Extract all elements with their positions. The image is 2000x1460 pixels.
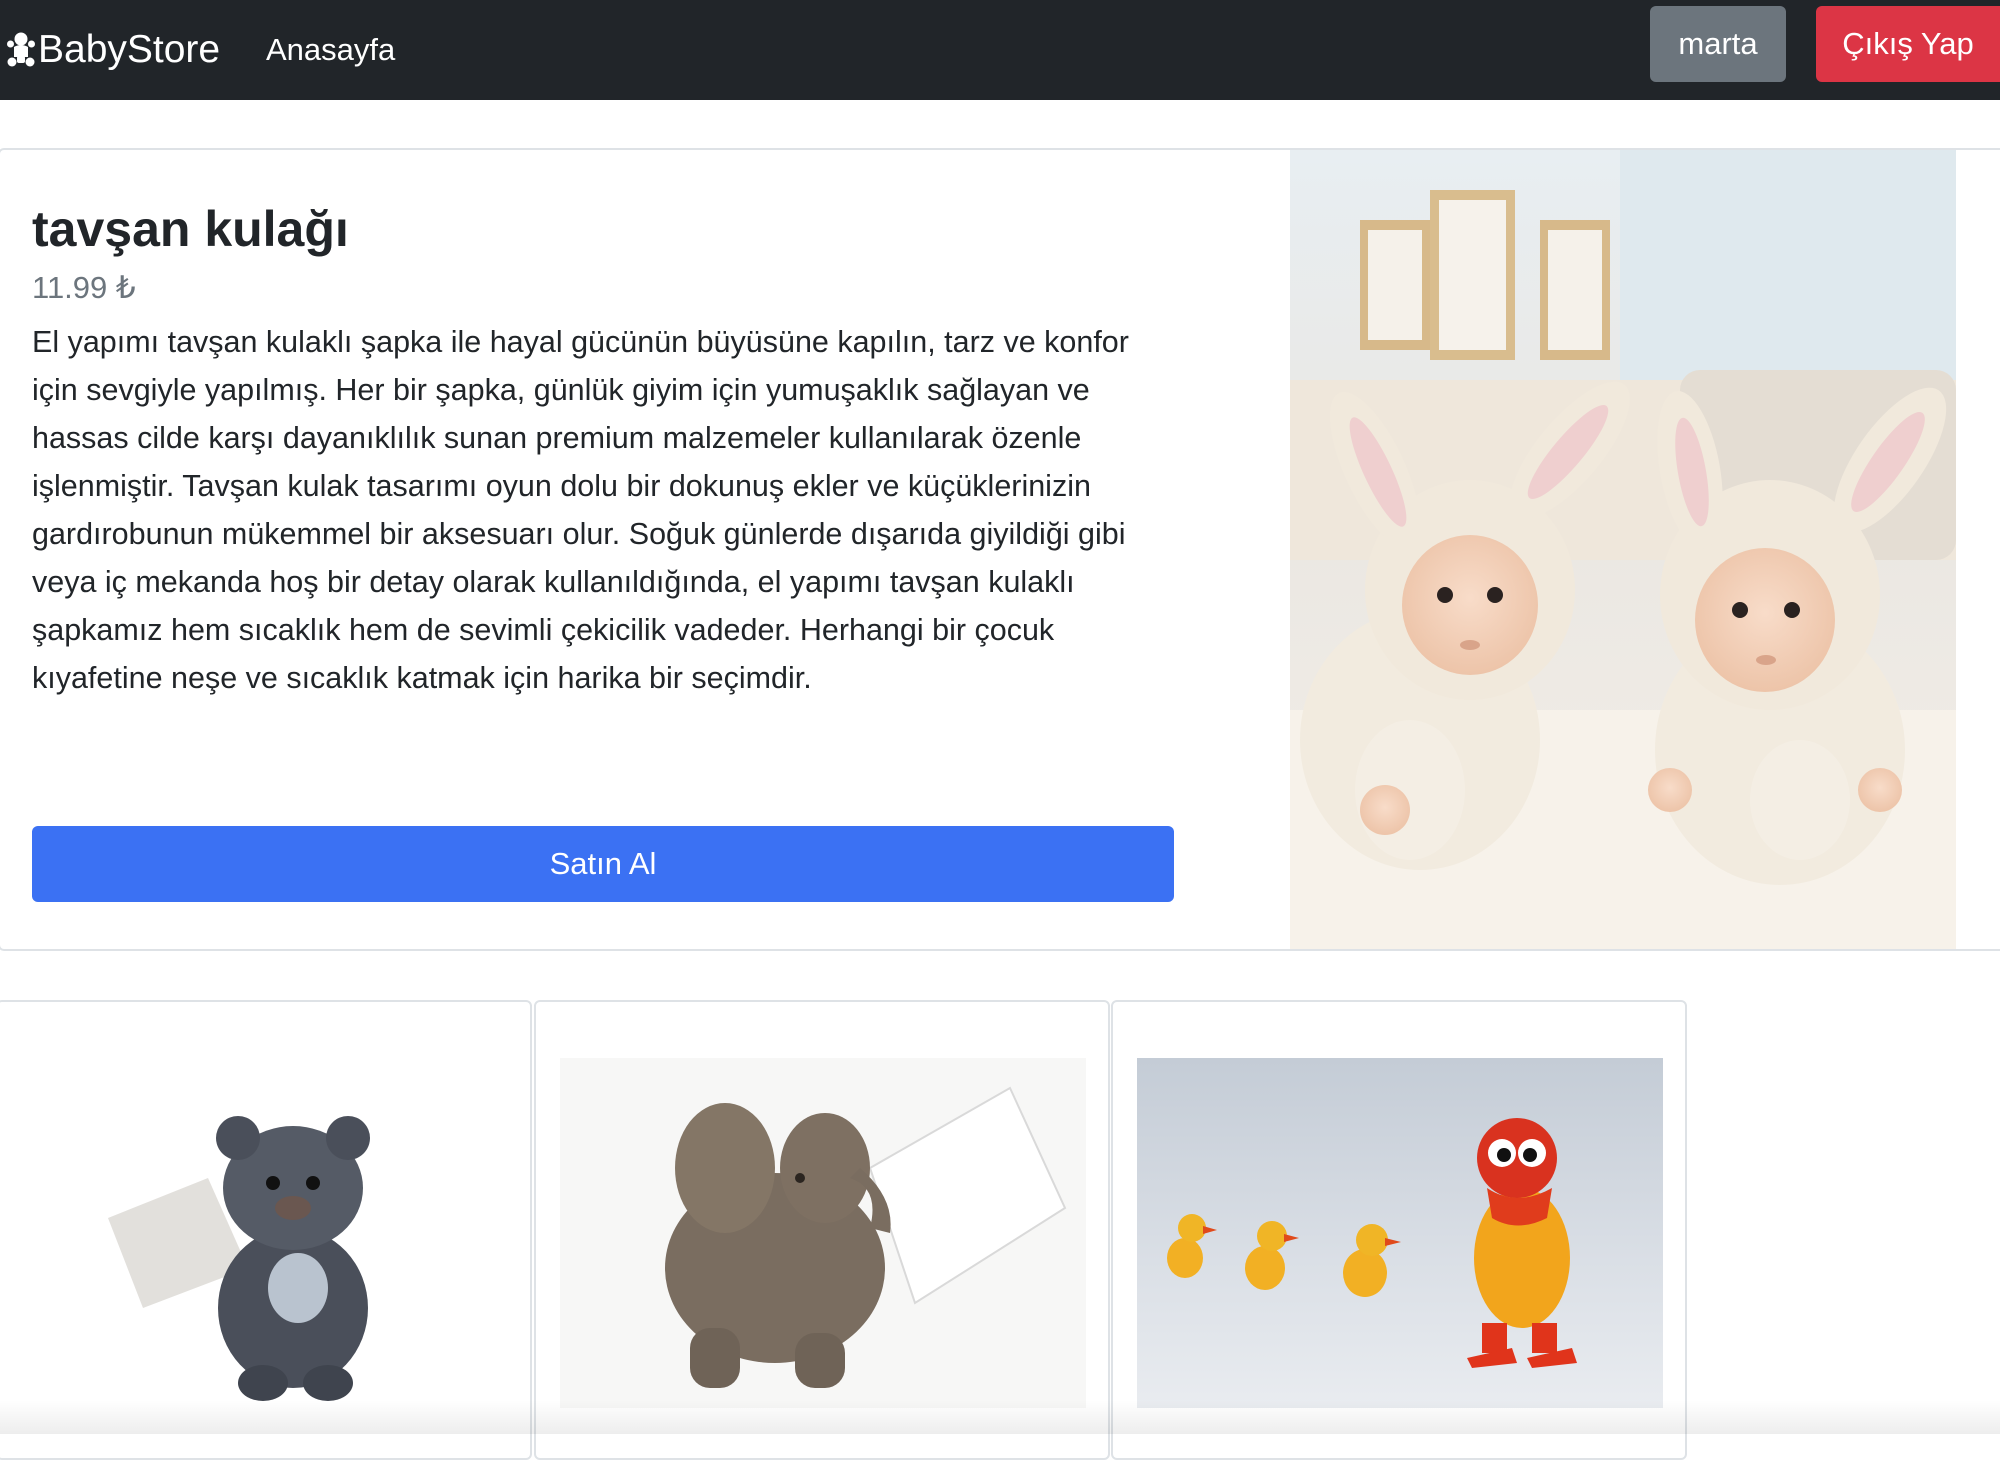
brand-link[interactable]: BabyStore [6,0,220,100]
nav-home-link[interactable]: Anasayfa [266,0,395,100]
product-price: 11.99 ₺ [32,270,136,305]
logout-button[interactable]: Çıkış Yap [1816,6,2000,82]
product-card-image[interactable] [1137,1058,1663,1408]
buy-button[interactable]: Satın Al [32,826,1174,902]
bottom-shadow [0,1400,2000,1434]
product-card[interactable] [1111,1000,1687,1460]
product-title: tavşan kulağı [32,201,349,257]
navbar: BabyStore Anasayfa marta Çıkış Yap [0,0,2000,100]
featured-product-card: tavşan kulağı 11.99 ₺ El yapımı tavşan k… [0,148,2000,951]
product-card[interactable] [0,1000,532,1460]
baby-icon [7,32,35,67]
product-card-image[interactable] [28,1058,508,1408]
product-card-image[interactable] [560,1058,1086,1408]
product-card[interactable] [534,1000,1110,1460]
brand-name: BabyStore [38,28,221,71]
product-description: El yapımı tavşan kulaklı şapka ile hayal… [32,325,1129,695]
product-image [1290,150,1956,949]
user-button[interactable]: marta [1650,6,1786,82]
